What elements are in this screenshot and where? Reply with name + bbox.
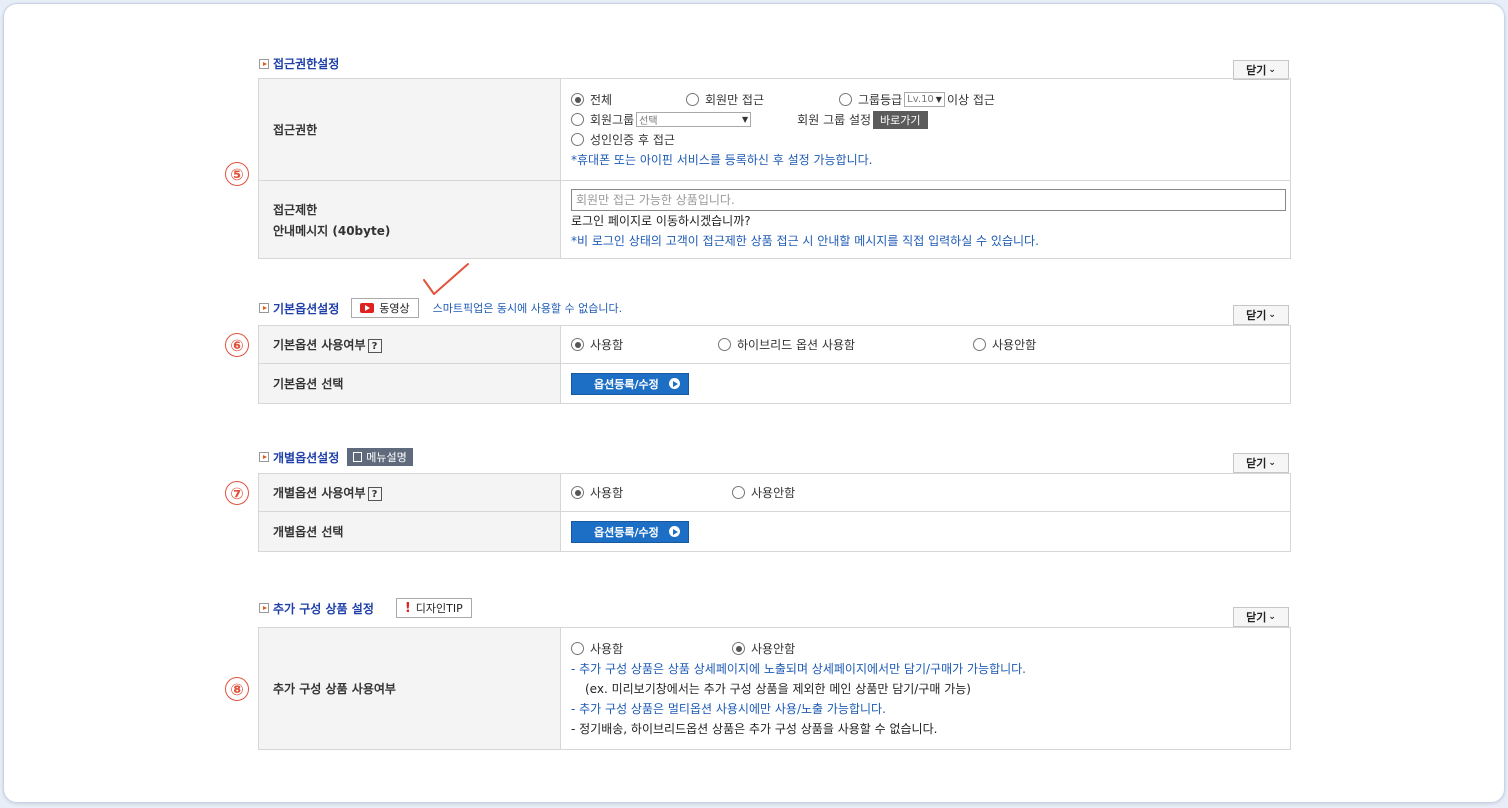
individual-option-table: 개별옵션 사용여부? 사용함 사용안함 개별옵션 선택 옵션등록/수정	[258, 473, 1291, 552]
close-button-access[interactable]: 닫기 ⌄	[1233, 60, 1289, 80]
access-table: 접근권한 전체 회원만 접근 그룹등급 Lv.10 ▼ 이상 접근 회원그룹 선택…	[258, 78, 1291, 259]
label-basic-option-select: 기본옵션 선택	[258, 363, 561, 404]
chevron-down-icon: ⌄	[1268, 458, 1276, 468]
chevron-down-icon: ⌄	[1268, 612, 1276, 622]
group-select[interactable]: 선택 ▼	[636, 112, 752, 127]
individual-option-register-button[interactable]: 옵션등록/수정	[571, 520, 689, 543]
radio-basic-hybrid[interactable]	[718, 338, 731, 351]
step-marker-6: ⑥	[225, 333, 249, 357]
radio-all[interactable]	[571, 93, 584, 106]
label-access: 접근권한	[258, 78, 561, 181]
radio-individual-unused[interactable]	[732, 486, 745, 499]
design-tip-button[interactable]: ! 디자인TIP	[395, 598, 472, 618]
basic-option-table: 기본옵션 사용여부? 사용함 하이브리드 옵션 사용함 사용안함 기본옵션 선택…	[258, 325, 1291, 404]
chevron-down-icon: ⌄	[1268, 65, 1276, 75]
section-title-additional: 추가 구성 상품 설정 ! 디자인TIP	[259, 598, 472, 618]
radio-basic-unused[interactable]	[973, 338, 986, 351]
play-icon	[668, 526, 680, 537]
checkmark-annotation-icon	[423, 263, 469, 295]
radio-additional-unused[interactable]	[732, 642, 745, 655]
chevron-down-icon: ⌄	[1268, 310, 1276, 320]
radio-group[interactable]	[571, 113, 584, 126]
radio-additional-use[interactable]	[571, 642, 584, 655]
step-marker-7: ⑦	[225, 481, 249, 505]
label-individual-option-select: 개별옵션 선택	[258, 511, 561, 552]
section-title-individual-option: 개별옵션설정 메뉴설명	[259, 448, 413, 466]
close-button-individual-option[interactable]: 닫기 ⌄	[1233, 453, 1289, 473]
label-access-message: 접근제한 안내메시지 (40byte)	[258, 180, 561, 259]
close-button-additional[interactable]: 닫기 ⌄	[1233, 607, 1289, 627]
help-icon[interactable]: ?	[367, 339, 382, 354]
menu-desc-button[interactable]: 메뉴설명	[347, 448, 413, 466]
help-icon[interactable]: ?	[367, 487, 382, 502]
chevron-down-icon: ▼	[742, 115, 749, 124]
radio-grade[interactable]	[839, 93, 852, 106]
step-marker-5: ⑤	[225, 162, 249, 186]
section-title-access: 접근권한설정	[259, 55, 339, 72]
video-button[interactable]: 동영상	[351, 298, 419, 318]
additional-table: 추가 구성 상품 사용여부 사용함 사용안함 - 추가 구성 상품은 상품 상세…	[258, 627, 1291, 750]
radio-adult[interactable]	[571, 133, 584, 146]
play-icon	[668, 378, 680, 389]
label-individual-option-use: 개별옵션 사용여부?	[258, 473, 561, 512]
radio-basic-use[interactable]	[571, 338, 584, 351]
section-arrow-icon	[259, 603, 269, 613]
section-arrow-icon	[259, 452, 269, 462]
grade-select[interactable]: Lv.10 ▼	[904, 92, 945, 107]
access-message-input[interactable]	[571, 188, 1286, 211]
radio-members[interactable]	[686, 93, 699, 106]
basic-option-register-button[interactable]: 옵션등록/수정	[571, 372, 689, 395]
section-arrow-icon	[259, 58, 269, 69]
section-arrow-icon	[259, 303, 269, 313]
label-basic-option-use: 기본옵션 사용여부?	[258, 325, 561, 364]
close-button-basic-option[interactable]: 닫기 ⌄	[1233, 305, 1289, 325]
radio-individual-use[interactable]	[571, 486, 584, 499]
document-icon	[353, 452, 363, 462]
exclamation-icon: !	[404, 600, 411, 616]
label-additional-use: 추가 구성 상품 사용여부	[258, 627, 561, 750]
youtube-icon	[360, 303, 375, 313]
adult-note: *휴대폰 또는 아이핀 서비스를 등록하신 후 설정 가능합니다.	[571, 153, 873, 167]
section-title-basic-option: 기본옵션설정 동영상 스마트픽업은 동시에 사용할 수 없습니다.	[259, 298, 622, 318]
goto-button[interactable]: 바로가기	[873, 110, 928, 129]
chevron-down-icon: ▼	[935, 95, 942, 104]
step-marker-8: ⑧	[225, 677, 249, 701]
